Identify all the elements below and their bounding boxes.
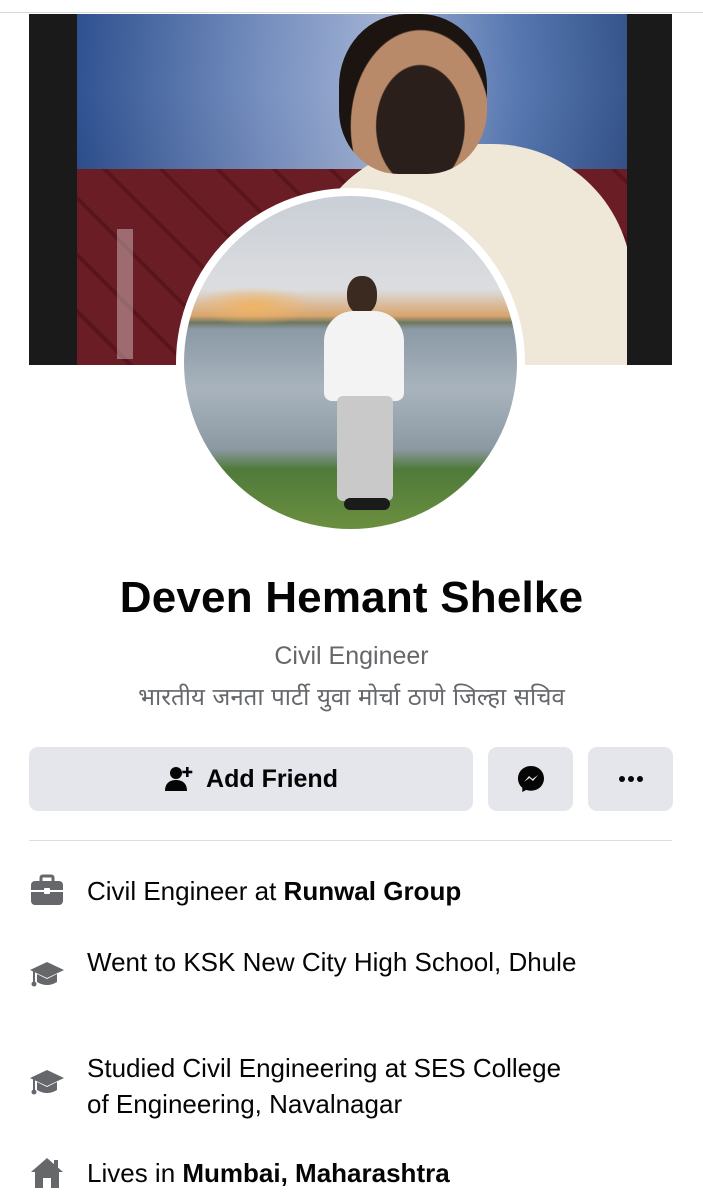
more-options-button[interactable] — [588, 747, 673, 811]
graduation-cap-icon — [29, 1064, 65, 1100]
detail-college: Studied Civil Engineering at SES College… — [29, 1050, 689, 1122]
profile-picture-image — [184, 196, 517, 529]
school-text: Went to KSK New City High School, Dhule — [87, 947, 577, 977]
more-icon — [616, 774, 646, 784]
home-icon — [29, 1155, 65, 1191]
messenger-icon — [516, 764, 546, 794]
briefcase-icon — [29, 873, 65, 909]
detail-home: Lives in Mumbai, Maharashtra — [29, 1155, 689, 1191]
home-city-link[interactable]: Mumbai, Maharashtra — [182, 1158, 449, 1188]
work-company-link[interactable]: Runwal Group — [284, 876, 462, 906]
home-prefix: Lives in — [87, 1158, 183, 1188]
detail-work: Civil Engineer at Runwal Group — [29, 873, 689, 909]
college-text-line1: Studied Civil Engineering at SES College — [87, 1053, 562, 1083]
profile-bio-line2: भारतीय जनता पार्टी युवा मोर्चा ठाणे जिल्… — [138, 683, 565, 711]
section-divider — [29, 840, 672, 841]
top-divider — [0, 12, 703, 13]
college-text-line2: of Engineering, Navalnagar — [87, 1089, 403, 1119]
profile-bio-line1: Civil Engineer — [274, 642, 429, 670]
add-friend-button[interactable]: Add Friend — [29, 747, 473, 811]
profile-picture[interactable] — [176, 188, 525, 537]
detail-school: Went to KSK New City High School, Dhule — [29, 944, 689, 992]
profile-name: Deven Hemant Shelke — [119, 573, 584, 622]
message-button[interactable] — [488, 747, 573, 811]
work-prefix: Civil Engineer at — [87, 876, 284, 906]
add-friend-icon — [164, 764, 194, 794]
add-friend-label: Add Friend — [206, 764, 338, 793]
graduation-cap-icon — [29, 956, 65, 992]
